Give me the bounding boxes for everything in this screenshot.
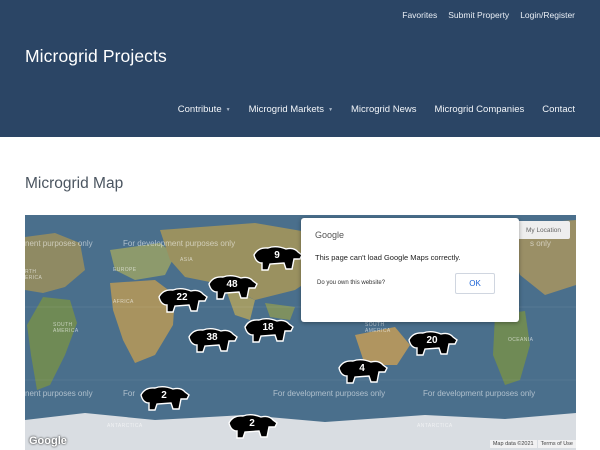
map-data-label: Map data ©2021 xyxy=(489,440,537,448)
nav-microgrid-companies[interactable]: Microgrid Companies xyxy=(434,104,524,115)
cluster-marker[interactable]: 2 xyxy=(137,383,191,413)
google-dialog-logo: Google xyxy=(315,230,345,240)
dev-watermark: nent purposes only xyxy=(25,239,93,248)
dialog-message: This page can't load Google Maps correct… xyxy=(315,253,461,262)
dev-watermark: For development purposes only xyxy=(423,389,536,398)
region-label-south-america-right: SOUTH AMERICA xyxy=(365,322,391,334)
dev-watermark: For development purposes only xyxy=(273,389,386,398)
dev-watermark: nent purposes only xyxy=(25,389,93,398)
site-logo[interactable]: Microgrid Projects xyxy=(25,46,167,67)
main-nav: Contribute ▼ Microgrid Markets ▼ Microgr… xyxy=(178,104,575,115)
cluster-marker[interactable]: 20 xyxy=(405,328,459,358)
cluster-marker[interactable]: 9 xyxy=(250,243,304,273)
nav-microgrid-markets[interactable]: Microgrid Markets ▼ xyxy=(249,104,333,115)
page-title: Microgrid Map xyxy=(25,175,124,192)
dialog-question: Do you own this website? xyxy=(317,280,386,286)
nav-contribute[interactable]: Contribute ▼ xyxy=(178,104,231,115)
region-label-oceania: OCEANIA xyxy=(508,337,534,343)
cluster-marker[interactable]: 18 xyxy=(241,315,295,345)
cluster-count: 9 xyxy=(274,250,280,261)
region-label-asia: ASIA xyxy=(180,257,193,263)
nav-contact[interactable]: Contact xyxy=(542,104,575,115)
region-label-antarctica-right: ANTARCTICA xyxy=(417,423,453,429)
cluster-count: 22 xyxy=(176,292,188,303)
nav-news-label: Microgrid News xyxy=(351,104,417,115)
cluster-marker[interactable]: 22 xyxy=(155,285,209,315)
region-label-africa: AFRICA xyxy=(113,299,134,305)
login-register-link[interactable]: Login/Register xyxy=(520,10,575,20)
site-header: Favorites Submit Property Login/Register… xyxy=(0,0,600,137)
map-attribution: Map data ©2021 Terms of Use xyxy=(489,440,576,448)
nav-microgrid-news[interactable]: Microgrid News xyxy=(351,104,416,115)
cluster-count: 4 xyxy=(359,363,365,374)
dev-watermark: For xyxy=(123,389,135,398)
region-label-south-america: SOUTH AMERICA xyxy=(53,322,79,334)
submit-property-link[interactable]: Submit Property xyxy=(448,10,509,20)
nav-contribute-label: Contribute xyxy=(177,104,222,115)
cluster-count: 2 xyxy=(249,418,255,429)
region-label-europe: EUROPE xyxy=(113,267,137,273)
dev-watermark: For development purposes only xyxy=(123,239,236,248)
cluster-count: 38 xyxy=(206,332,218,343)
terms-link[interactable]: Terms of Use xyxy=(537,440,576,448)
cluster-marker[interactable]: 2 xyxy=(225,411,279,441)
cluster-count: 18 xyxy=(262,322,274,333)
cluster-marker[interactable]: 4 xyxy=(335,356,389,386)
ok-button[interactable]: OK xyxy=(455,273,495,294)
dev-watermark: s only xyxy=(530,239,551,248)
top-nav: Favorites Submit Property Login/Register xyxy=(402,10,575,20)
cluster-marker[interactable]: 38 xyxy=(185,325,239,355)
nav-contact-label: Contact xyxy=(542,104,575,115)
region-label-north-america: RTH ERICA xyxy=(25,269,43,281)
maps-error-dialog: Google This page can't load Google Maps … xyxy=(301,218,519,322)
cluster-count: 2 xyxy=(161,390,167,401)
google-logo: Google xyxy=(29,435,67,447)
chevron-down-icon: ▼ xyxy=(328,106,334,113)
region-label-antarctica: ANTARCTICA xyxy=(107,423,143,429)
cluster-count: 48 xyxy=(226,279,238,290)
cluster-marker[interactable]: 48 xyxy=(205,272,259,302)
my-location-button[interactable]: My Location xyxy=(517,221,570,239)
favorites-link[interactable]: Favorites xyxy=(402,10,437,20)
cluster-count: 20 xyxy=(426,335,438,346)
nav-companies-label: Microgrid Companies xyxy=(434,104,525,115)
nav-markets-label: Microgrid Markets xyxy=(248,104,325,115)
chevron-down-icon: ▼ xyxy=(225,106,231,113)
